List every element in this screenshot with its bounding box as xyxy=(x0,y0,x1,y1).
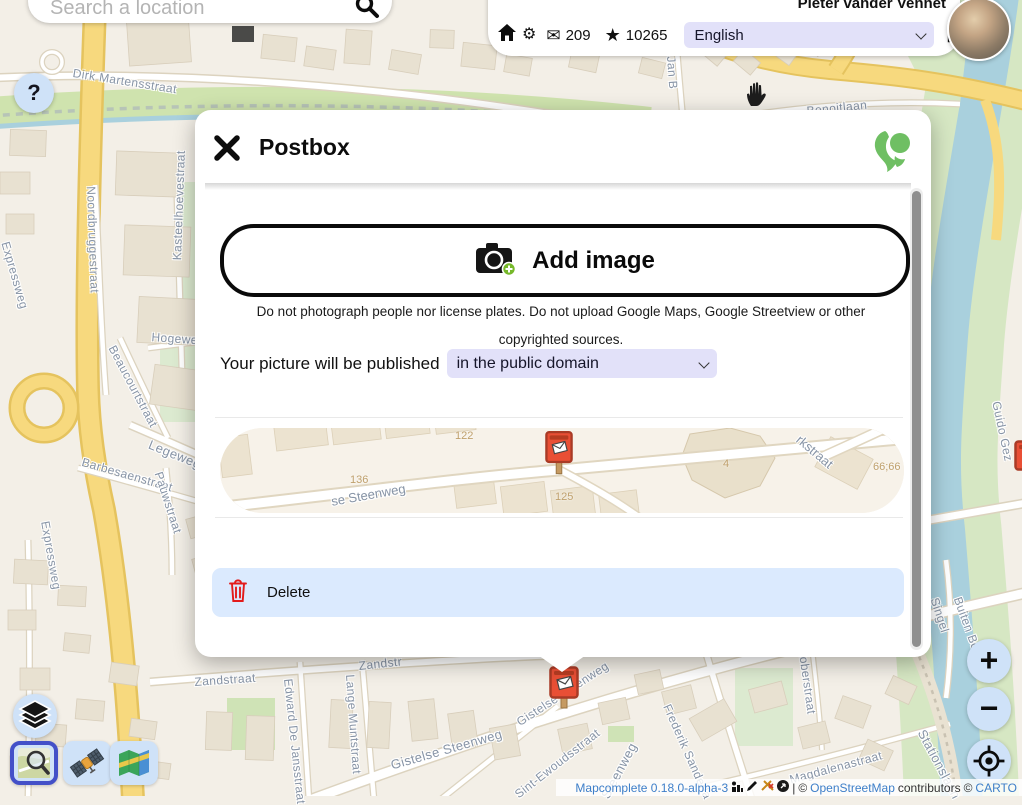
messages-count: 209 xyxy=(566,27,591,44)
statistics-icon[interactable] xyxy=(731,781,743,795)
hand-cursor-icon xyxy=(744,80,768,112)
delete-button[interactable]: Delete xyxy=(212,568,904,617)
dialog-pointer xyxy=(538,655,586,672)
search-input[interactable] xyxy=(48,0,352,21)
basemap-style-map[interactable] xyxy=(110,741,158,785)
zoom-out-button[interactable]: − xyxy=(967,687,1011,731)
geolocate-button[interactable] xyxy=(967,739,1011,783)
contributors-text: contributors xyxy=(898,781,961,795)
changesets-count: 10265 xyxy=(626,27,668,44)
search-bar[interactable] xyxy=(28,0,392,23)
license-row: Your picture will be published in the pu… xyxy=(220,349,717,378)
construction-icon[interactable] xyxy=(761,780,774,795)
gear-icon[interactable]: ⚙ xyxy=(522,27,536,43)
mapcomplete-logo-icon xyxy=(873,130,911,179)
house-number: 125 xyxy=(555,491,573,503)
plus-icon: + xyxy=(980,644,999,676)
mail-icon[interactable]: ✉ xyxy=(546,27,560,44)
add-image-button[interactable]: Add image xyxy=(220,224,910,297)
street-label: Jan B xyxy=(664,56,680,90)
divider xyxy=(215,517,903,518)
minus-icon: − xyxy=(980,692,999,724)
postbox-icon xyxy=(1014,440,1022,480)
dialog-minimap[interactable]: 122 136 125 4 66;66 se Steenweg rkstraat xyxy=(220,428,904,513)
add-image-label: Add image xyxy=(532,247,655,275)
username: Pieter vander Vennet xyxy=(798,0,946,12)
scroll-shadow xyxy=(205,183,911,190)
license-select-wrap: in the public domain xyxy=(447,349,717,378)
dialog-scrollbar[interactable] xyxy=(910,188,923,650)
postbox-icon xyxy=(545,429,573,481)
house-number: 4 xyxy=(723,458,729,470)
star-icon: ★ xyxy=(605,26,621,44)
home-icon[interactable] xyxy=(497,23,517,47)
attribution-bar: Mapcomplete 0.18.0-alpha-3 | © OpenStree… xyxy=(556,779,1022,796)
layers-button[interactable] xyxy=(13,694,57,738)
postbox-marker[interactable] xyxy=(545,429,573,486)
scrollbar-thumb[interactable] xyxy=(912,191,921,647)
copyright-sign: © xyxy=(798,781,807,795)
folded-map-icon xyxy=(116,747,152,779)
attribution-divider: | xyxy=(792,781,795,795)
basemap-style-satellite[interactable] xyxy=(63,741,111,785)
delete-label: Delete xyxy=(267,584,310,601)
report-icon[interactable] xyxy=(777,780,789,795)
crosshair-icon xyxy=(969,741,1009,781)
mapcomplete-app: { "search": { "placeholder": "Search a l… xyxy=(0,0,1022,796)
help-label: ? xyxy=(27,80,40,106)
basemap-style-osm[interactable] xyxy=(10,741,58,785)
postbox-dialog: Postbox Add image Do not photograph peop… xyxy=(195,110,931,657)
postbox-icon xyxy=(549,666,579,712)
copyright-sign: © xyxy=(964,781,973,795)
user-top-bar: Pieter vander Vennet ⚙ ✉ 209 ★ 10265 Eng… xyxy=(488,0,960,56)
house-number: 66;66 xyxy=(873,461,901,473)
postbox-marker[interactable] xyxy=(549,666,579,717)
camera-icon xyxy=(475,240,517,281)
dialog-title: Postbox xyxy=(259,134,350,161)
close-icon[interactable] xyxy=(213,134,241,162)
language-select[interactable]: English xyxy=(684,22,934,48)
layers-icon xyxy=(17,698,53,734)
pencil-icon[interactable] xyxy=(746,780,758,795)
image-upload-note: Do not photograph people nor license pla… xyxy=(231,298,891,354)
license-select[interactable]: in the public domain xyxy=(447,349,717,378)
mapcomplete-version-link[interactable]: Mapcomplete 0.18.0-alpha-3 xyxy=(575,781,728,795)
zoom-in-button[interactable]: + xyxy=(967,639,1011,683)
search-icon[interactable] xyxy=(354,0,380,24)
avatar[interactable] xyxy=(947,0,1011,61)
help-button[interactable]: ? xyxy=(14,73,54,113)
osm-link[interactable]: OpenStreetMap xyxy=(810,781,895,795)
postbox-marker-edge[interactable] xyxy=(1014,440,1022,485)
house-number: 136 xyxy=(350,474,368,486)
license-prefix: Your picture will be published xyxy=(220,354,440,374)
house-number: 122 xyxy=(455,430,473,442)
satellite-icon xyxy=(69,746,105,780)
trash-icon xyxy=(228,578,248,607)
language-select-wrap: English xyxy=(684,22,934,48)
osm-map-icon xyxy=(17,747,51,779)
carto-link[interactable]: CARTO xyxy=(975,781,1017,795)
divider xyxy=(215,417,903,418)
